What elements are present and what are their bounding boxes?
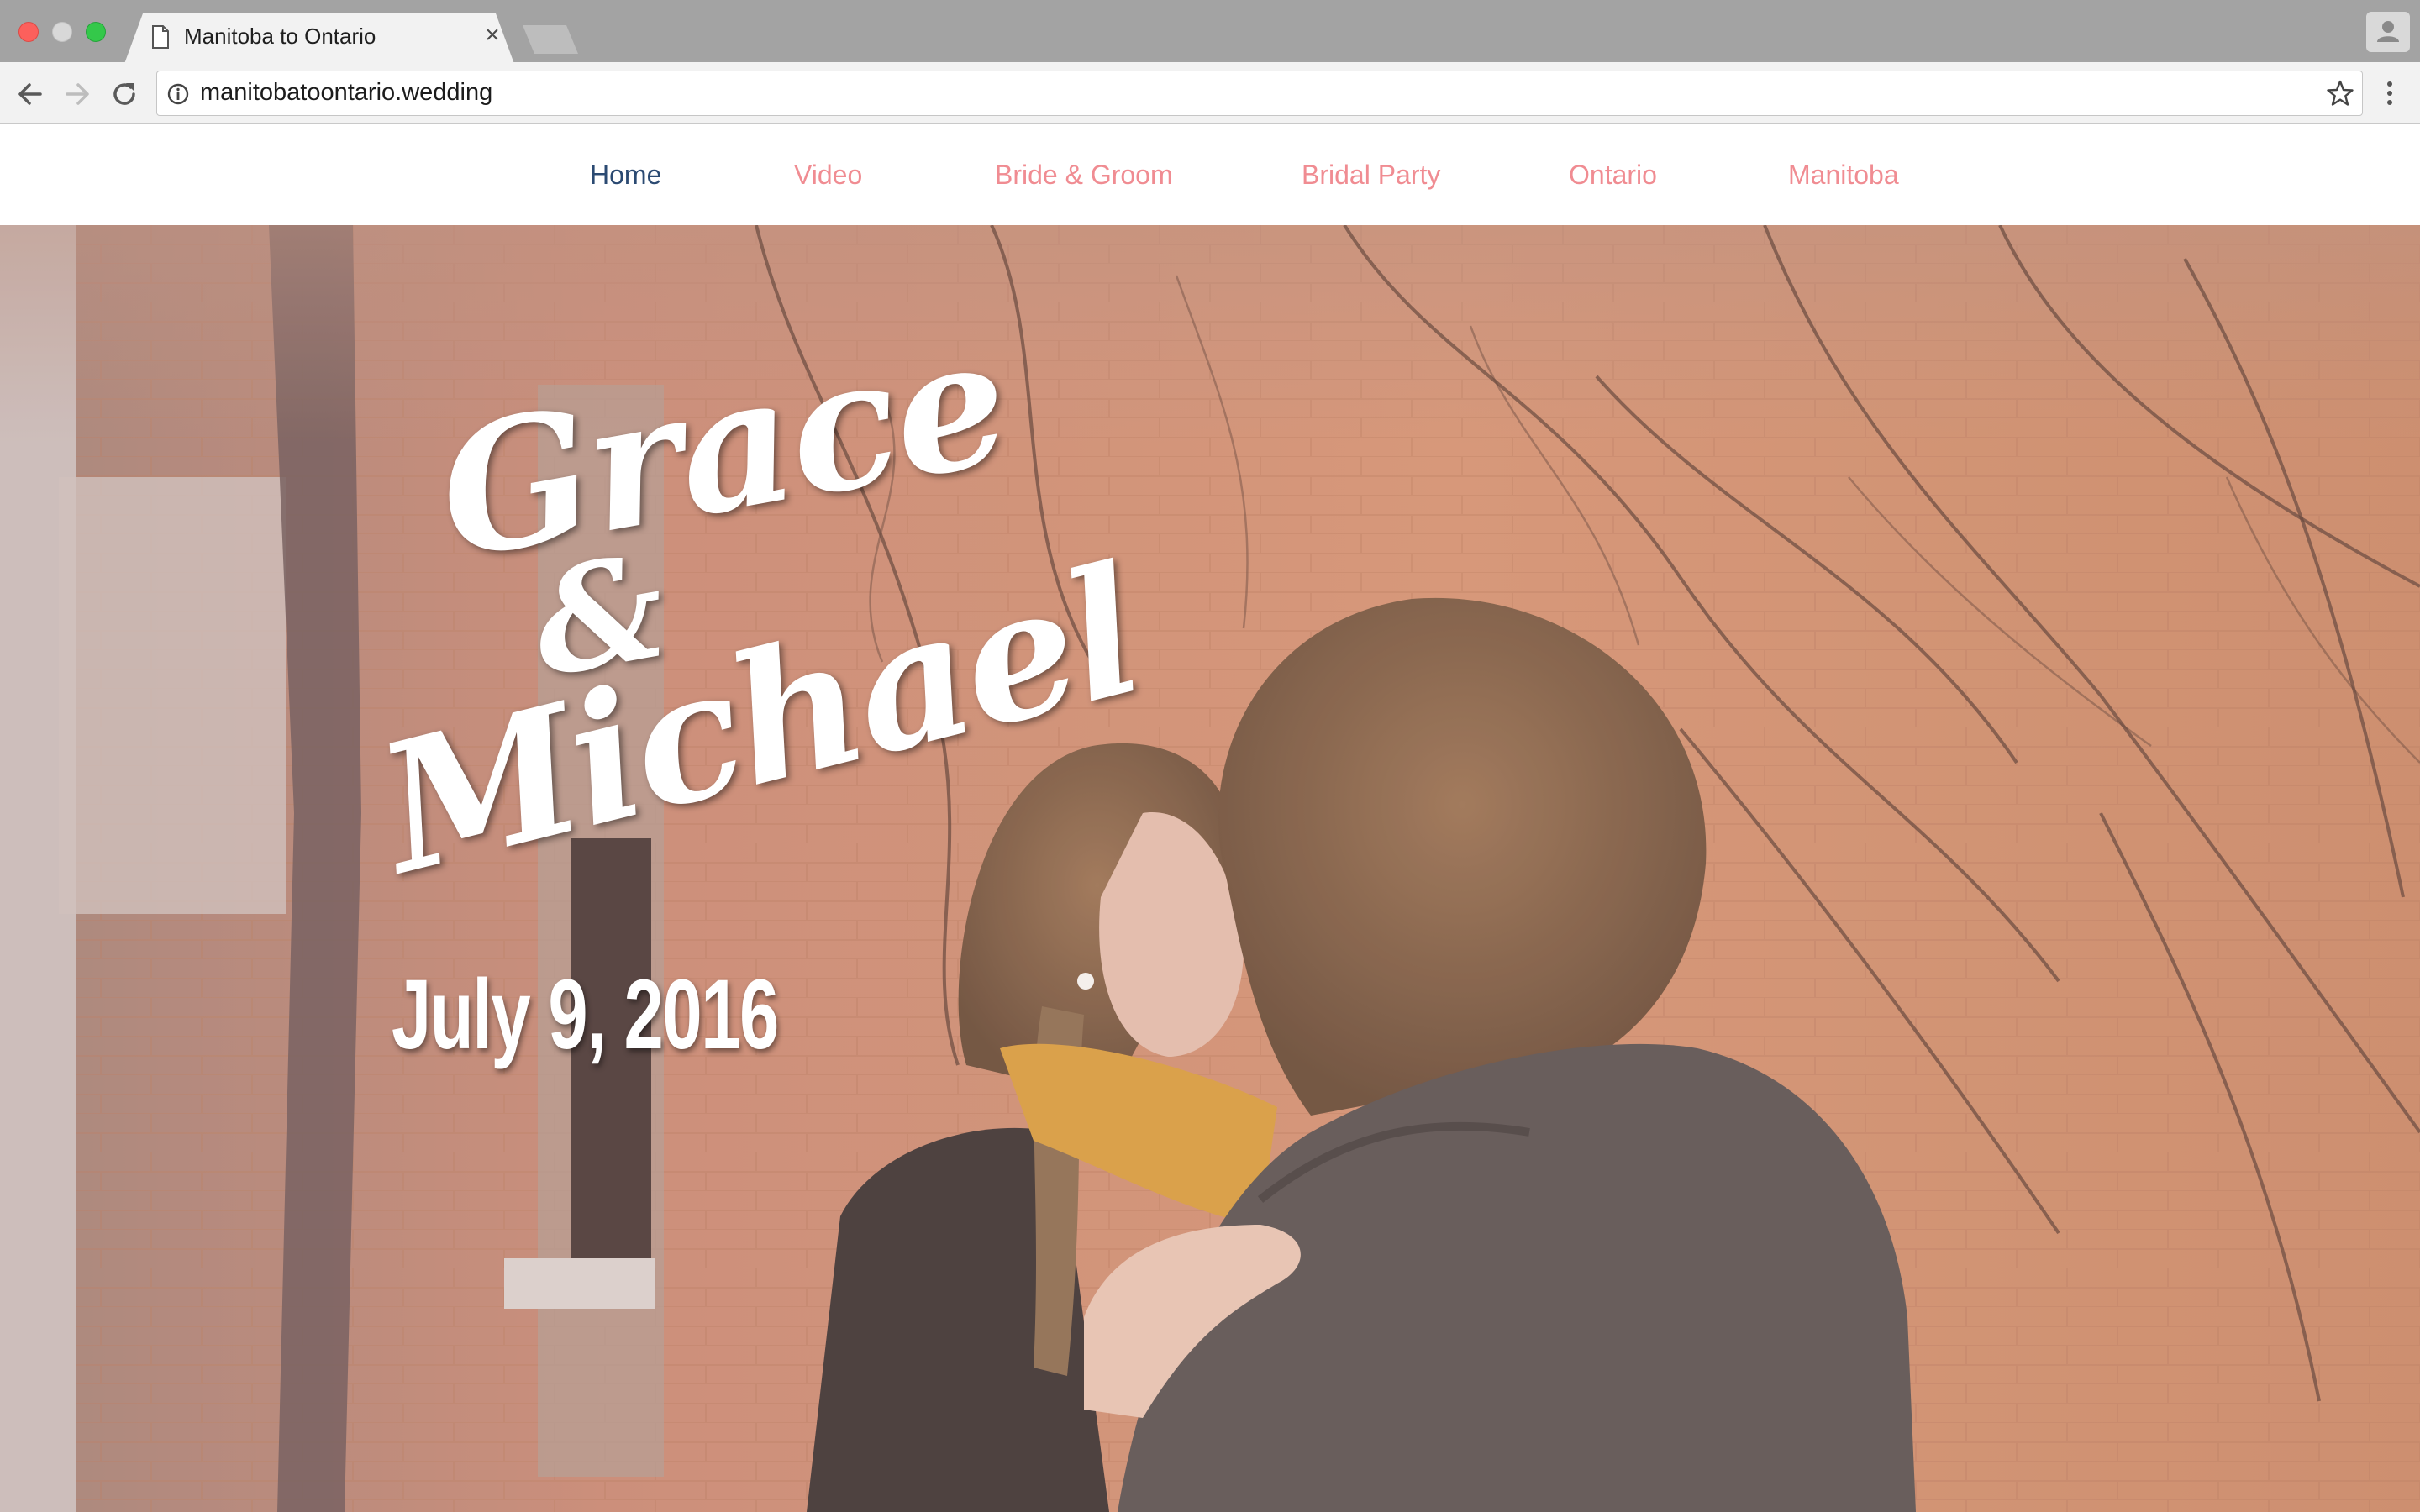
profile-button[interactable] bbox=[2366, 12, 2410, 52]
close-window-button[interactable] bbox=[18, 22, 39, 42]
nav-ontario[interactable]: Ontario bbox=[1569, 160, 1657, 191]
hero-photo bbox=[0, 225, 2420, 1512]
document-icon bbox=[152, 25, 169, 49]
menu-icon[interactable] bbox=[2381, 79, 2398, 108]
info-icon[interactable] bbox=[166, 82, 190, 106]
tab-title: Manitoba to Ontario bbox=[184, 24, 376, 49]
nav-bride-groom[interactable]: Bride & Groom bbox=[995, 160, 1173, 191]
nav-home[interactable]: Home bbox=[590, 160, 661, 191]
reload-icon[interactable] bbox=[108, 77, 141, 111]
url-text[interactable]: manitobatoontario.wedding bbox=[200, 79, 492, 107]
back-icon[interactable] bbox=[13, 77, 47, 111]
nav-manitoba[interactable]: Manitoba bbox=[1788, 160, 1899, 191]
site-nav bbox=[0, 125, 2420, 225]
forward-icon[interactable] bbox=[60, 77, 94, 111]
star-icon[interactable] bbox=[2326, 79, 2354, 108]
hero-section: Grace & Michael July 9, 2016 bbox=[0, 225, 2420, 1512]
minimize-window-button[interactable] bbox=[52, 22, 72, 42]
nav-video[interactable]: Video bbox=[794, 160, 862, 191]
wedding-date: July 9, 2016 bbox=[392, 959, 779, 1070]
maximize-window-button[interactable] bbox=[86, 22, 106, 42]
profile-icon bbox=[2377, 21, 2399, 42]
nav-bridal-party[interactable]: Bridal Party bbox=[1302, 160, 1440, 191]
close-icon[interactable]: × bbox=[481, 23, 504, 48]
